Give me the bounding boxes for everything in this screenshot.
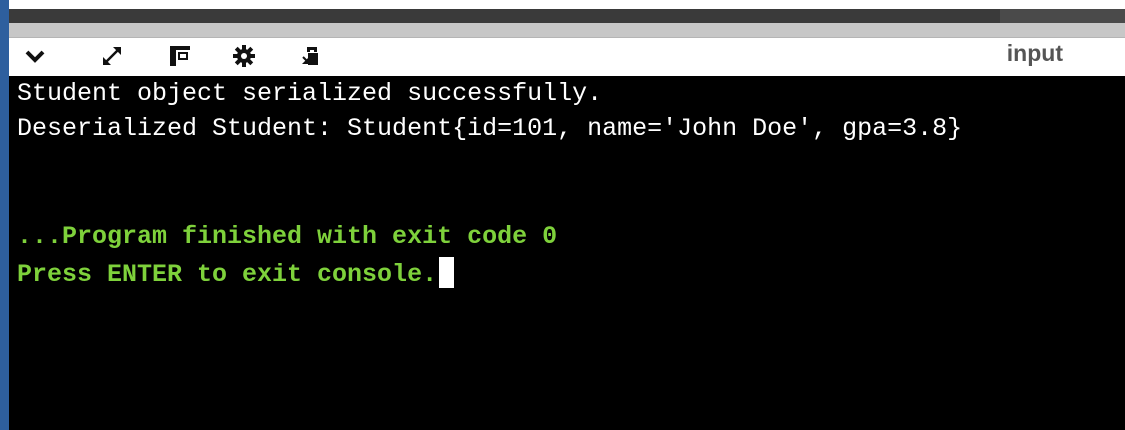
press-enter-message: Press ENTER to exit console. [17,260,438,289]
debug-icon[interactable] [298,42,326,70]
tab-input[interactable]: input [1007,39,1063,67]
online-compiler-console-window: input Student object serialized successf… [0,0,1125,430]
editor-top-strip-right [1000,9,1125,23]
window-left-edge [0,0,9,430]
expand-icon[interactable] [98,42,126,70]
console-line: Deserialized Student: Student{id=101, na… [17,114,963,143]
layout-icon[interactable] [166,42,194,70]
editor-top-strip [9,9,1125,23]
console-output[interactable]: Student object serialized successfully. … [9,76,1125,430]
panel-resize-handle[interactable] [9,23,1125,37]
press-enter-line[interactable]: Press ENTER to exit console. [17,257,455,290]
gear-icon[interactable] [230,42,258,70]
chevron-down-icon[interactable] [21,42,49,70]
console-toolbar: input [9,37,1125,76]
console-line: Student object serialized successfully. [17,79,603,108]
exit-code-message: ...Program finished with exit code 0 [17,222,558,251]
text-cursor [439,257,455,288]
